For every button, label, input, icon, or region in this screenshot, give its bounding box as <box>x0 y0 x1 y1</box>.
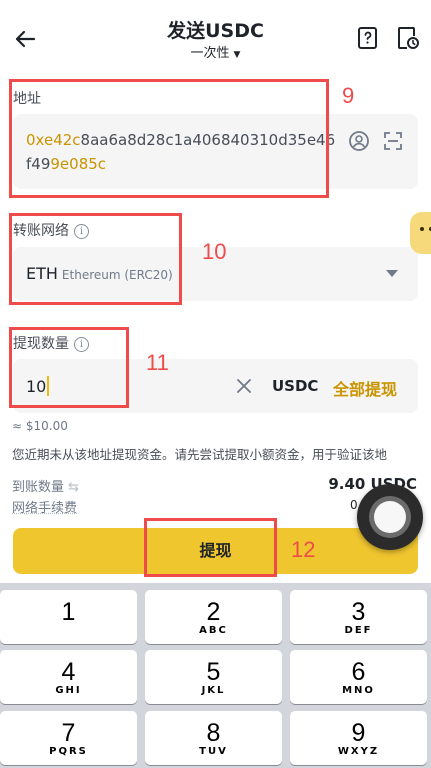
key-5[interactable]: 5 JKL <box>145 650 282 704</box>
receive-label: 到账数量 <box>12 480 64 495</box>
key-digit: 5 <box>145 650 282 685</box>
address-book-icon[interactable] <box>348 130 370 152</box>
assistive-touch-button[interactable] <box>357 484 423 550</box>
history-clock-icon[interactable] <box>394 24 422 52</box>
key-8[interactable]: 8 TUV <box>145 711 282 765</box>
withdraw-all-button[interactable]: 全部提现 <box>333 376 397 400</box>
network-caret-icon[interactable] <box>386 270 398 277</box>
numeric-keypad: 1 2 ABC 3 DEF 4 GHI 5 JKL 6 MNO 7 PQRS 8 TUV 9W… <box>0 583 431 768</box>
key-letters: PQRS <box>0 746 137 758</box>
key-digit: 1 <box>0 590 137 625</box>
scan-icon[interactable] <box>382 130 404 152</box>
key-digit: 4 <box>0 650 137 685</box>
caret-down-icon: ▼ <box>234 50 241 60</box>
key-4[interactable]: 4 GHI <box>0 650 137 704</box>
network-fee-value: 0 <box>350 498 358 512</box>
key-digit: 8 <box>145 711 282 746</box>
key-digit: 9 <box>290 711 427 746</box>
new-address-warning: 您近期未从该地址提现资金。请先尝试提取小额资金，用于验证该地 <box>12 444 424 463</box>
swap-arrows-icon[interactable]: ⇆ <box>68 480 79 495</box>
key-1[interactable]: 1 <box>0 590 137 644</box>
annotation-box-network <box>9 213 182 305</box>
key-7[interactable]: 7 PQRS <box>0 711 137 765</box>
key-3[interactable]: 3 DEF <box>290 590 427 644</box>
annotation-number-amount: 11 <box>146 350 169 376</box>
key-digit: 6 <box>290 650 427 685</box>
key-digit: 7 <box>0 711 137 746</box>
key-letters: ABC <box>145 625 282 637</box>
annotation-number-network: 10 <box>202 239 226 265</box>
annotation-number-submit: 12 <box>291 537 315 563</box>
key-digit: 2 <box>145 590 282 625</box>
transfer-type-label: 一次性 <box>191 46 230 61</box>
clear-icon[interactable] <box>234 376 254 396</box>
receive-label-row: 到账数量 ⇆ <box>12 476 79 495</box>
fiat-estimate: ≈ $10.00 <box>12 419 68 433</box>
key-letters: MNO <box>290 685 427 697</box>
key-6[interactable]: 6 MNO <box>290 650 427 704</box>
key-9[interactable]: 9 WXYZ <box>290 711 427 765</box>
key-digit: 3 <box>290 590 427 625</box>
annotation-box-address <box>9 79 329 198</box>
annotation-box-submit <box>144 518 277 577</box>
annotation-box-amount <box>9 327 129 408</box>
mascot-icon[interactable] <box>410 212 431 254</box>
annotation-number-address: 9 <box>342 83 354 109</box>
amount-unit: USDC <box>272 377 318 395</box>
key-letters: GHI <box>0 685 137 697</box>
guide-book-icon[interactable] <box>354 24 382 52</box>
network-fee-label[interactable]: 网络手续费 <box>12 497 77 516</box>
key-letters: JKL <box>145 685 282 697</box>
key-letters: WXYZ <box>290 746 427 758</box>
key-letters: DEF <box>290 625 427 637</box>
key-letters: TUV <box>145 746 282 758</box>
key-2[interactable]: 2 ABC <box>145 590 282 644</box>
